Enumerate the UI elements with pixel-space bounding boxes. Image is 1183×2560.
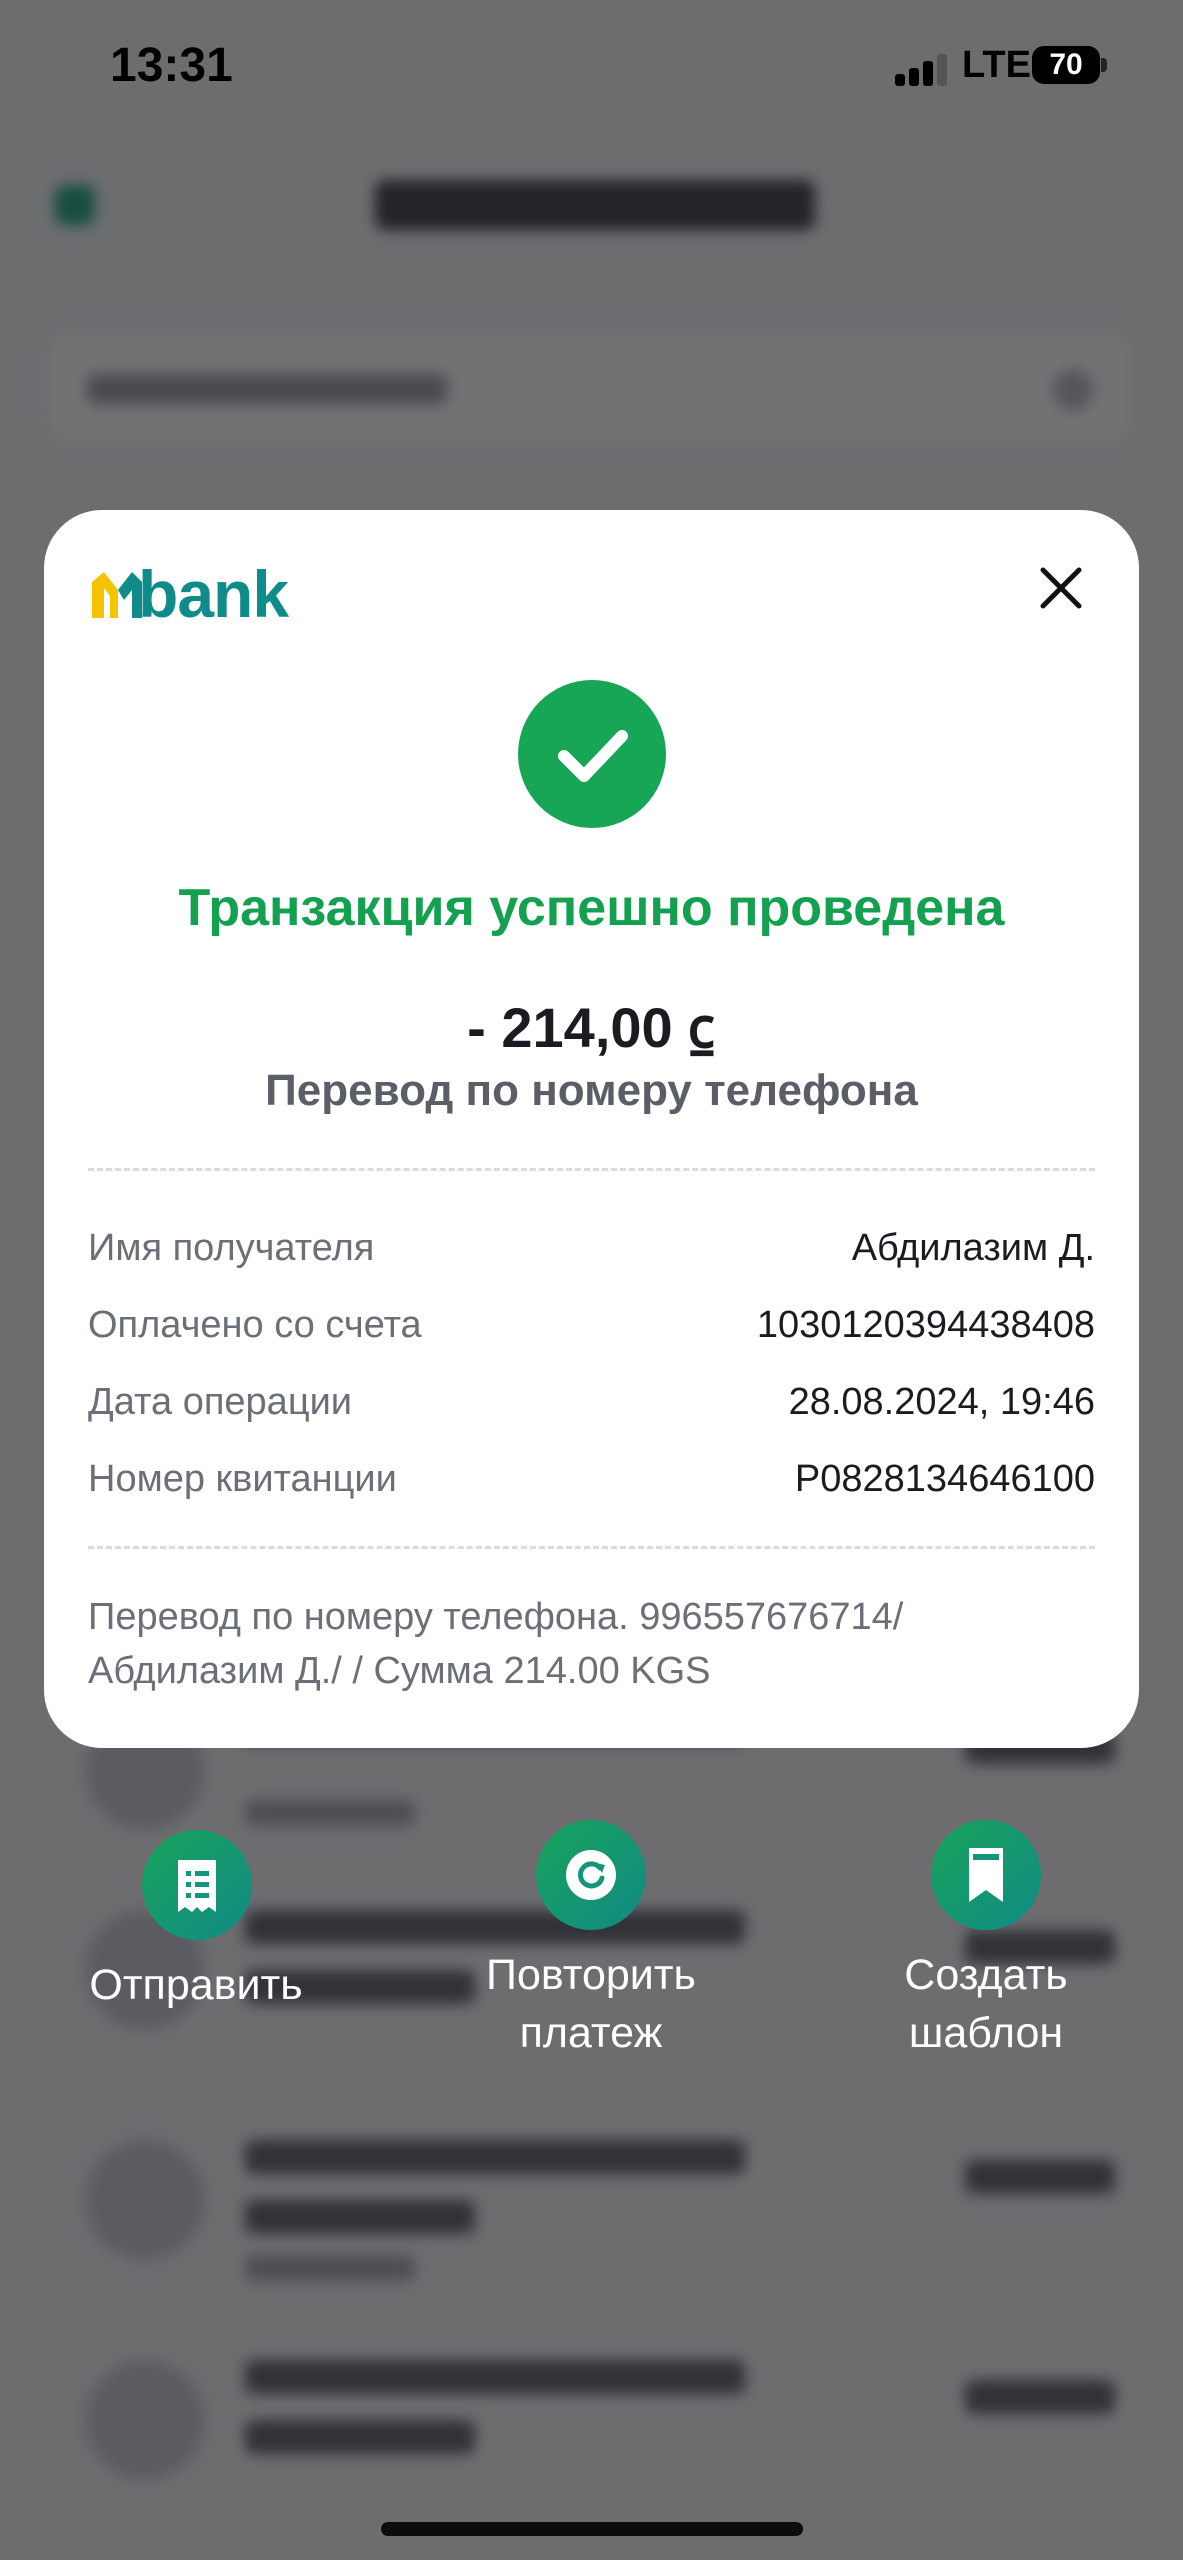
detail-value: P0828134646100 <box>794 1458 1095 1500</box>
home-indicator[interactable] <box>381 2522 803 2536</box>
divider <box>88 1168 1095 1171</box>
close-icon <box>1040 567 1082 609</box>
payment-comment: Перевод по номеру телефона. 996557676714… <box>88 1590 1095 1698</box>
operation-type: Перевод по номеру телефона <box>265 1066 918 1115</box>
battery-tip <box>1101 58 1107 72</box>
refresh-icon <box>566 1850 616 1900</box>
repeat-label-line2: платеж <box>519 2009 663 2057</box>
divider <box>88 1546 1095 1549</box>
receipt-icon <box>178 1860 216 1912</box>
mbank-logo: bank <box>88 557 328 631</box>
template-label-line2: шаблон <box>908 2009 1064 2057</box>
repeat-label-line1: Повторить <box>486 1951 696 1999</box>
comment-line: Перевод по номеру телефона. 996557676714… <box>88 1596 904 1638</box>
checkmark-icon <box>558 730 628 782</box>
detail-row-date: Дата операции 28.08.2024, 19:46 <box>88 1364 1095 1441</box>
battery-icon: 70 <box>1032 46 1100 84</box>
send-icon-circle <box>142 1830 252 1940</box>
close-button[interactable] <box>1033 560 1089 616</box>
detail-value: 28.08.2024, 19:46 <box>788 1381 1095 1423</box>
status-time: 13:31 <box>110 39 233 92</box>
transaction-amount: - 214,00 ⃀ <box>467 996 716 1059</box>
send-label: Отправить <box>89 1961 303 2009</box>
detail-row-account: Оплачено со счета 1030120394438408 <box>88 1287 1095 1364</box>
comment-line: Абдилазим Д./ / Сумма 214.00 KGS <box>88 1650 711 1692</box>
detail-row-receipt-number: Номер квитанции P0828134646100 <box>88 1441 1095 1518</box>
send-button[interactable]: Отправить <box>46 1830 346 2030</box>
bookmark-icon <box>969 1848 1003 1902</box>
repeat-payment-button[interactable]: Повторить платеж <box>441 1820 741 2060</box>
create-template-button[interactable]: Создать шаблон <box>836 1820 1136 2060</box>
receipt-details: Имя получателя Абдилазим Д. Оплачено со … <box>88 1210 1095 1518</box>
detail-value: 1030120394438408 <box>756 1304 1095 1346</box>
detail-label: Дата операции <box>88 1381 353 1423</box>
detail-label: Оплачено со счета <box>88 1304 422 1346</box>
signal-icon <box>895 52 955 86</box>
receipt-modal: bank Транзакция успешно проведена - 214,… <box>44 510 1139 1748</box>
logo-text: bank <box>138 557 289 631</box>
detail-label: Номер квитанции <box>88 1458 397 1500</box>
detail-row-recipient: Имя получателя Абдилазим Д. <box>88 1210 1095 1287</box>
network-type: LTE <box>962 44 1031 86</box>
success-title: Транзакция успешно проведена <box>178 879 1005 937</box>
success-badge <box>518 680 666 828</box>
status-bar: 13:31 LTE 70 <box>0 0 1183 140</box>
detail-value: Абдилазим Д. <box>851 1227 1095 1269</box>
template-icon-circle <box>931 1820 1041 1930</box>
template-label-line1: Создать <box>904 1951 1068 1999</box>
repeat-icon-circle <box>536 1820 646 1930</box>
detail-label: Имя получателя <box>88 1227 375 1269</box>
